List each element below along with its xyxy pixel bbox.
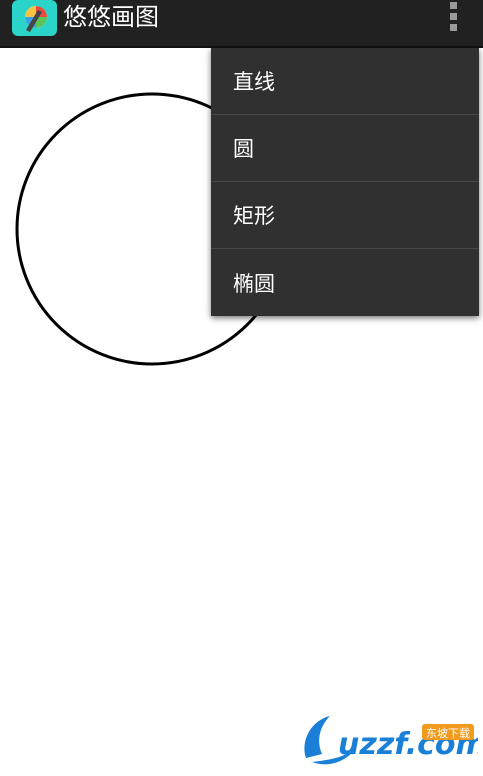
menu-item-line[interactable]: 直线 <box>211 48 479 115</box>
menu-item-circle[interactable]: 圆 <box>211 115 479 182</box>
watermark-tagline: 东坡下载 <box>426 727 470 740</box>
menu-item-ellipse[interactable]: 椭圆 <box>211 249 479 316</box>
action-bar: 悠悠画图 <box>0 0 483 48</box>
overflow-dot-icon <box>450 2 457 9</box>
app-title: 悠悠画图 <box>63 3 159 31</box>
app-screen: 悠悠画图 直线 圆 矩形 椭圆 uzzf.com 东坡下载 <box>0 0 483 776</box>
menu-item-rectangle[interactable]: 矩形 <box>211 182 479 249</box>
overflow-dot-icon <box>450 24 457 31</box>
overflow-dot-icon <box>450 13 457 20</box>
app-logo-icon <box>12 0 57 36</box>
shape-menu: 直线 圆 矩形 椭圆 <box>211 48 479 316</box>
overflow-menu-button[interactable] <box>440 0 468 36</box>
watermark-logo: uzzf.com 东坡下载 <box>304 716 478 765</box>
watermark-swoosh-icon <box>304 716 330 758</box>
